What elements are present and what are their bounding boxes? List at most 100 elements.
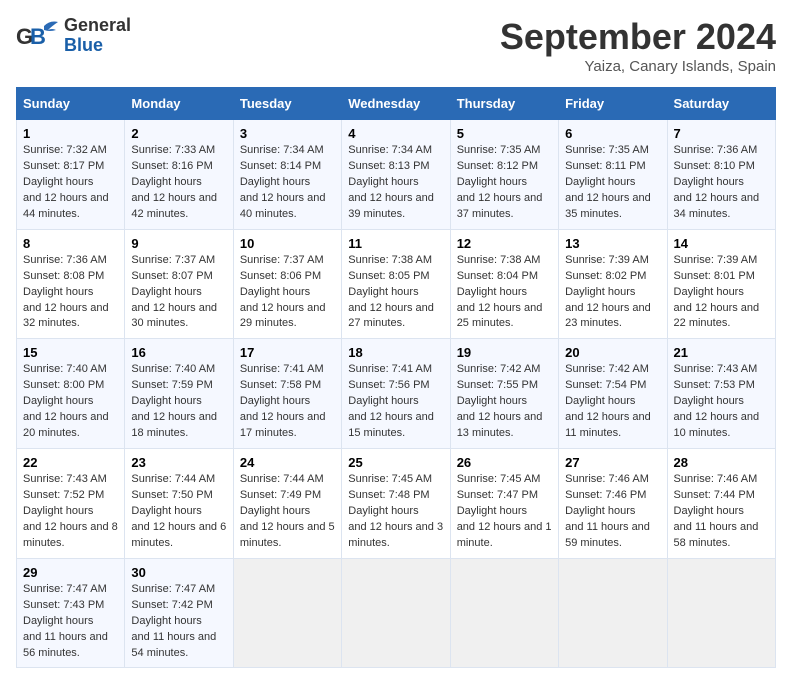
day-number: 17	[240, 345, 335, 360]
calendar-cell: 1 Sunrise: 7:32 AM Sunset: 8:17 PM Dayli…	[17, 120, 125, 230]
day-number: 30	[131, 565, 226, 580]
day-info: Sunrise: 7:41 AM Sunset: 7:58 PM Dayligh…	[240, 362, 335, 442]
day-info: Sunrise: 7:46 AM Sunset: 7:46 PM Dayligh…	[565, 472, 660, 552]
svg-text:B: B	[30, 24, 46, 49]
day-number: 16	[131, 345, 226, 360]
calendar-cell: 13 Sunrise: 7:39 AM Sunset: 8:02 PM Dayl…	[559, 229, 667, 339]
calendar-cell: 17 Sunrise: 7:41 AM Sunset: 7:58 PM Dayl…	[233, 339, 341, 449]
calendar-cell: 18 Sunrise: 7:41 AM Sunset: 7:56 PM Dayl…	[342, 339, 450, 449]
calendar-week-row: 8 Sunrise: 7:36 AM Sunset: 8:08 PM Dayli…	[17, 229, 776, 339]
day-info: Sunrise: 7:45 AM Sunset: 7:47 PM Dayligh…	[457, 472, 552, 552]
day-number: 25	[348, 455, 443, 470]
day-info: Sunrise: 7:41 AM Sunset: 7:56 PM Dayligh…	[348, 362, 443, 442]
title-block: September 2024 Yaiza, Canary Islands, Sp…	[500, 16, 776, 75]
month-title: September 2024	[500, 16, 776, 58]
col-friday: Friday	[559, 88, 667, 120]
day-number: 9	[131, 236, 226, 251]
day-info: Sunrise: 7:39 AM Sunset: 8:02 PM Dayligh…	[565, 253, 660, 333]
calendar-cell: 19 Sunrise: 7:42 AM Sunset: 7:55 PM Dayl…	[450, 339, 558, 449]
calendar-cell: 22 Sunrise: 7:43 AM Sunset: 7:52 PM Dayl…	[17, 449, 125, 559]
calendar-cell: 10 Sunrise: 7:37 AM Sunset: 8:06 PM Dayl…	[233, 229, 341, 339]
day-info: Sunrise: 7:44 AM Sunset: 7:49 PM Dayligh…	[240, 472, 335, 552]
day-info: Sunrise: 7:43 AM Sunset: 7:53 PM Dayligh…	[674, 362, 769, 442]
logo-line2: Blue	[64, 36, 131, 56]
calendar-cell	[233, 558, 341, 668]
col-sunday: Sunday	[17, 88, 125, 120]
day-number: 28	[674, 455, 769, 470]
calendar-week-row: 29 Sunrise: 7:47 AM Sunset: 7:43 PM Dayl…	[17, 558, 776, 668]
day-info: Sunrise: 7:46 AM Sunset: 7:44 PM Dayligh…	[674, 472, 769, 552]
calendar-cell: 28 Sunrise: 7:46 AM Sunset: 7:44 PM Dayl…	[667, 449, 775, 559]
location: Yaiza, Canary Islands, Spain	[500, 58, 776, 75]
col-tuesday: Tuesday	[233, 88, 341, 120]
col-monday: Monday	[125, 88, 233, 120]
calendar-cell: 14 Sunrise: 7:39 AM Sunset: 8:01 PM Dayl…	[667, 229, 775, 339]
day-number: 24	[240, 455, 335, 470]
day-info: Sunrise: 7:45 AM Sunset: 7:48 PM Dayligh…	[348, 472, 443, 552]
day-info: Sunrise: 7:38 AM Sunset: 8:04 PM Dayligh…	[457, 253, 552, 333]
day-number: 21	[674, 345, 769, 360]
calendar-cell: 24 Sunrise: 7:44 AM Sunset: 7:49 PM Dayl…	[233, 449, 341, 559]
calendar-cell: 25 Sunrise: 7:45 AM Sunset: 7:48 PM Dayl…	[342, 449, 450, 559]
day-number: 2	[131, 126, 226, 141]
calendar-cell: 12 Sunrise: 7:38 AM Sunset: 8:04 PM Dayl…	[450, 229, 558, 339]
calendar-cell: 11 Sunrise: 7:38 AM Sunset: 8:05 PM Dayl…	[342, 229, 450, 339]
day-number: 29	[23, 565, 118, 580]
calendar-cell: 16 Sunrise: 7:40 AM Sunset: 7:59 PM Dayl…	[125, 339, 233, 449]
day-number: 26	[457, 455, 552, 470]
page-header: G B General Blue September 2024 Yaiza, C…	[16, 16, 776, 75]
day-number: 5	[457, 126, 552, 141]
day-number: 20	[565, 345, 660, 360]
day-info: Sunrise: 7:33 AM Sunset: 8:16 PM Dayligh…	[131, 143, 226, 223]
day-info: Sunrise: 7:42 AM Sunset: 7:55 PM Dayligh…	[457, 362, 552, 442]
col-thursday: Thursday	[450, 88, 558, 120]
calendar-cell: 20 Sunrise: 7:42 AM Sunset: 7:54 PM Dayl…	[559, 339, 667, 449]
day-info: Sunrise: 7:37 AM Sunset: 8:07 PM Dayligh…	[131, 253, 226, 333]
logo-line1: General	[64, 16, 131, 36]
day-info: Sunrise: 7:40 AM Sunset: 7:59 PM Dayligh…	[131, 362, 226, 442]
day-info: Sunrise: 7:34 AM Sunset: 8:13 PM Dayligh…	[348, 143, 443, 223]
day-info: Sunrise: 7:38 AM Sunset: 8:05 PM Dayligh…	[348, 253, 443, 333]
calendar-cell: 26 Sunrise: 7:45 AM Sunset: 7:47 PM Dayl…	[450, 449, 558, 559]
day-number: 27	[565, 455, 660, 470]
day-number: 14	[674, 236, 769, 251]
calendar-cell: 7 Sunrise: 7:36 AM Sunset: 8:10 PM Dayli…	[667, 120, 775, 230]
day-number: 19	[457, 345, 552, 360]
day-number: 7	[674, 126, 769, 141]
day-info: Sunrise: 7:43 AM Sunset: 7:52 PM Dayligh…	[23, 472, 118, 552]
day-info: Sunrise: 7:39 AM Sunset: 8:01 PM Dayligh…	[674, 253, 769, 333]
calendar-cell: 9 Sunrise: 7:37 AM Sunset: 8:07 PM Dayli…	[125, 229, 233, 339]
day-info: Sunrise: 7:47 AM Sunset: 7:43 PM Dayligh…	[23, 582, 118, 662]
calendar-cell: 2 Sunrise: 7:33 AM Sunset: 8:16 PM Dayli…	[125, 120, 233, 230]
calendar-cell	[342, 558, 450, 668]
logo: G B General Blue	[16, 16, 131, 56]
day-info: Sunrise: 7:36 AM Sunset: 8:08 PM Dayligh…	[23, 253, 118, 333]
calendar-cell: 27 Sunrise: 7:46 AM Sunset: 7:46 PM Dayl…	[559, 449, 667, 559]
calendar-week-row: 1 Sunrise: 7:32 AM Sunset: 8:17 PM Dayli…	[17, 120, 776, 230]
calendar-week-row: 15 Sunrise: 7:40 AM Sunset: 8:00 PM Dayl…	[17, 339, 776, 449]
day-info: Sunrise: 7:36 AM Sunset: 8:10 PM Dayligh…	[674, 143, 769, 223]
day-number: 23	[131, 455, 226, 470]
calendar-week-row: 22 Sunrise: 7:43 AM Sunset: 7:52 PM Dayl…	[17, 449, 776, 559]
day-number: 22	[23, 455, 118, 470]
day-info: Sunrise: 7:42 AM Sunset: 7:54 PM Dayligh…	[565, 362, 660, 442]
day-number: 10	[240, 236, 335, 251]
calendar-cell: 21 Sunrise: 7:43 AM Sunset: 7:53 PM Dayl…	[667, 339, 775, 449]
calendar-cell: 30 Sunrise: 7:47 AM Sunset: 7:42 PM Dayl…	[125, 558, 233, 668]
day-info: Sunrise: 7:40 AM Sunset: 8:00 PM Dayligh…	[23, 362, 118, 442]
calendar-cell	[450, 558, 558, 668]
day-number: 15	[23, 345, 118, 360]
day-info: Sunrise: 7:35 AM Sunset: 8:12 PM Dayligh…	[457, 143, 552, 223]
day-info: Sunrise: 7:34 AM Sunset: 8:14 PM Dayligh…	[240, 143, 335, 223]
day-number: 13	[565, 236, 660, 251]
day-info: Sunrise: 7:44 AM Sunset: 7:50 PM Dayligh…	[131, 472, 226, 552]
day-number: 18	[348, 345, 443, 360]
calendar-cell: 5 Sunrise: 7:35 AM Sunset: 8:12 PM Dayli…	[450, 120, 558, 230]
calendar-cell: 29 Sunrise: 7:47 AM Sunset: 7:43 PM Dayl…	[17, 558, 125, 668]
day-number: 1	[23, 126, 118, 141]
day-info: Sunrise: 7:32 AM Sunset: 8:17 PM Dayligh…	[23, 143, 118, 223]
day-info: Sunrise: 7:35 AM Sunset: 8:11 PM Dayligh…	[565, 143, 660, 223]
day-number: 8	[23, 236, 118, 251]
calendar-cell: 3 Sunrise: 7:34 AM Sunset: 8:14 PM Dayli…	[233, 120, 341, 230]
calendar-cell: 23 Sunrise: 7:44 AM Sunset: 7:50 PM Dayl…	[125, 449, 233, 559]
